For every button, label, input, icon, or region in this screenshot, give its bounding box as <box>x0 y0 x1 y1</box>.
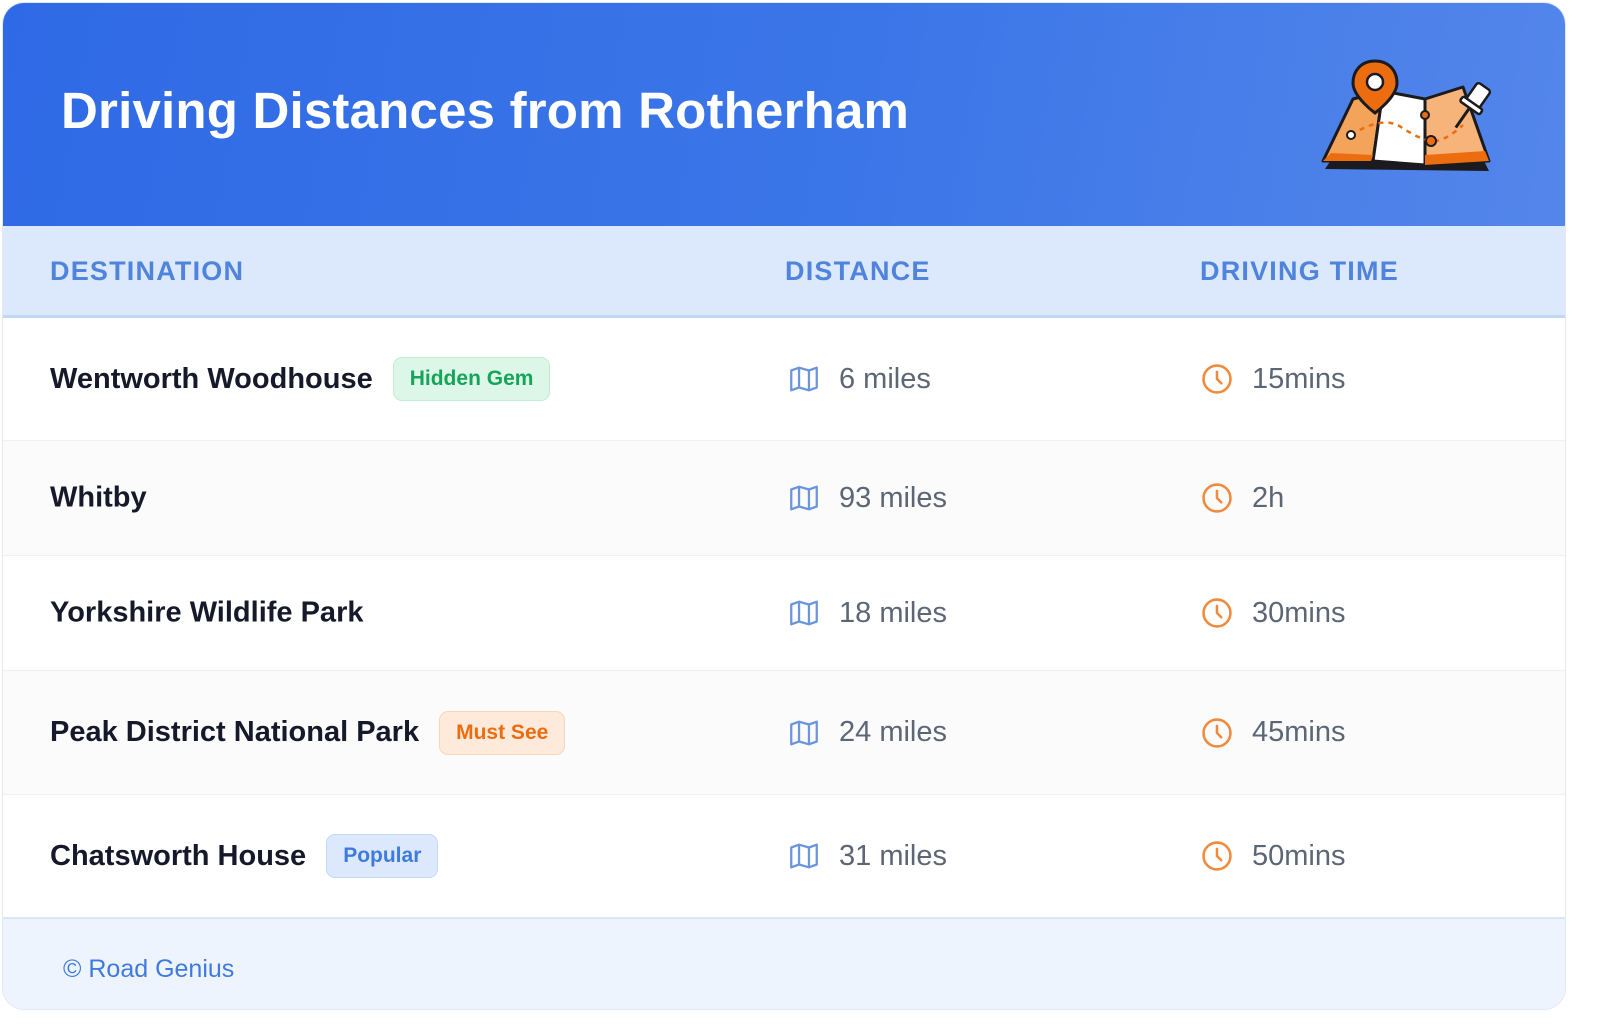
time-value: 30mins <box>1252 596 1346 629</box>
distance-cell: 93 miles <box>787 481 947 515</box>
destination-cell: Chatsworth House Popular <box>50 834 439 878</box>
clock-icon <box>1202 364 1232 394</box>
destination-cell: Peak District National Park Must See <box>50 710 566 755</box>
time-value: 2h <box>1252 481 1285 514</box>
map-icon <box>790 720 818 745</box>
distance-cell: 18 miles <box>787 596 947 630</box>
destination-cell: Yorkshire Wildlife Park <box>50 597 363 630</box>
distance-card: Driving Distances from Rotherham DESTINA… <box>2 2 1566 1010</box>
distance-value: 6 miles <box>839 362 931 395</box>
map-icon <box>790 843 818 869</box>
clock-icon <box>1202 717 1232 748</box>
destination-name: Chatsworth House <box>50 839 307 872</box>
popular-badge: Popular <box>326 834 439 878</box>
clock-icon <box>1202 598 1232 628</box>
time-value: 50mins <box>1252 839 1346 872</box>
distance-cell: 31 miles <box>787 839 947 873</box>
column-header-driving-time: DRIVING TIME <box>1200 256 1399 286</box>
distance-cell: 6 miles <box>787 362 931 396</box>
clock-icon <box>1202 483 1232 513</box>
table-row: Chatsworth House Popular 31 miles 50mins <box>3 795 1565 917</box>
column-header-destination: DESTINATION <box>50 256 245 286</box>
time-cell: 30mins <box>1200 596 1346 630</box>
map-icon <box>790 366 818 392</box>
destination-cell: Wentworth Woodhouse Hidden Gem <box>50 357 551 401</box>
time-cell: 2h <box>1200 481 1284 515</box>
table-row: Wentworth Woodhouse Hidden Gem 6 miles 1… <box>3 318 1565 441</box>
distance-value: 93 miles <box>839 481 947 514</box>
map-icon <box>790 600 818 626</box>
footer: © Road Genius <box>3 917 1565 1009</box>
time-cell: 45mins <box>1200 716 1346 750</box>
time-value: 45mins <box>1252 716 1346 748</box>
destination-name: Wentworth Woodhouse <box>50 362 373 395</box>
map-icon <box>790 485 818 511</box>
time-value: 15mins <box>1252 362 1346 395</box>
table-header: DESTINATION DISTANCE DRIVING TIME <box>3 226 1565 318</box>
column-header-distance: DISTANCE <box>785 256 931 286</box>
destination-name: Peak District National Park <box>50 716 420 748</box>
table-row: Yorkshire Wildlife Park 18 miles 30mins <box>3 556 1565 671</box>
copyright-text: © Road Genius <box>63 955 235 983</box>
destination-name: Whitby <box>50 481 147 514</box>
distance-cell: 24 miles <box>787 716 947 750</box>
table-row: Whitby 93 miles 2h <box>3 441 1565 556</box>
distance-value: 31 miles <box>839 839 947 872</box>
hidden-gem-badge: Hidden Gem <box>392 357 551 401</box>
time-cell: 50mins <box>1200 839 1346 873</box>
map-pin-illustration <box>1321 59 1492 171</box>
distance-value: 18 miles <box>839 596 947 629</box>
must-see-badge: Must See <box>439 710 566 755</box>
table-row: Peak District National Park Must See 24 … <box>3 671 1565 795</box>
destination-cell: Whitby <box>50 482 147 515</box>
page-title: Driving Distances from Rotherham <box>61 82 910 139</box>
header-banner: Driving Distances from Rotherham <box>3 3 1565 226</box>
distance-value: 24 miles <box>839 716 947 748</box>
destination-name: Yorkshire Wildlife Park <box>50 596 364 629</box>
clock-icon <box>1202 841 1232 871</box>
time-cell: 15mins <box>1200 362 1346 396</box>
